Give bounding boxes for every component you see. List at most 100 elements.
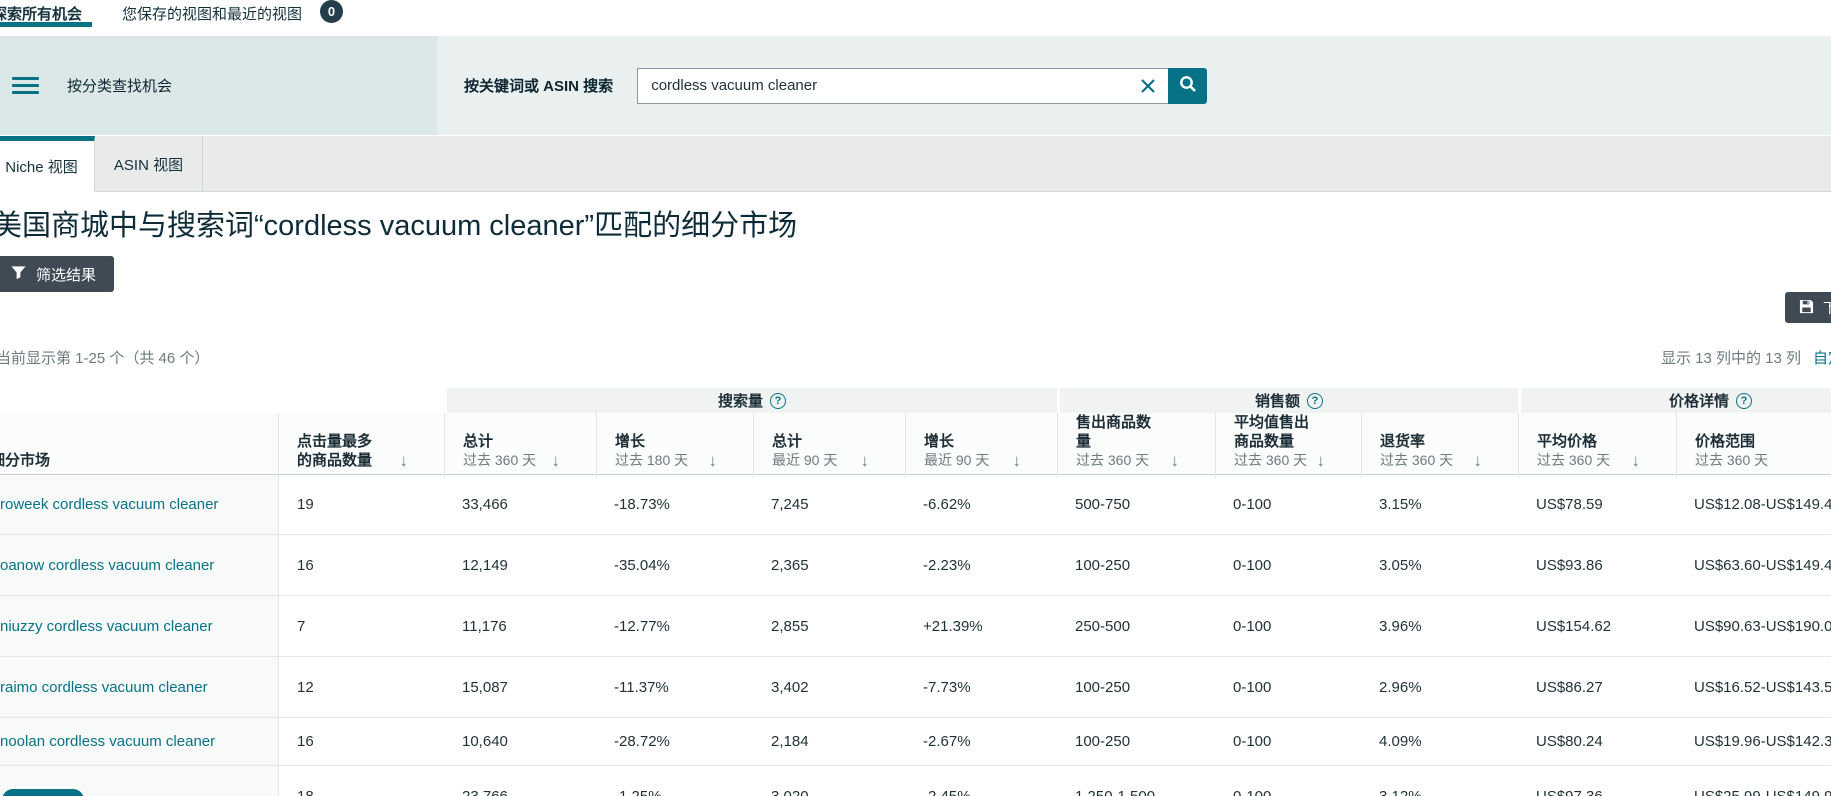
sort-icon[interactable]: ↓ (400, 451, 409, 471)
sort-icon[interactable]: ↓ (1474, 451, 1483, 471)
customize-columns-link[interactable]: 自定义 (1813, 347, 1831, 368)
filter-icon (11, 265, 26, 284)
top-tab-saved-views[interactable]: 您保存的视图和最近的视图 (122, 3, 302, 24)
cell: 3.15% (1361, 475, 1518, 534)
cell: -2.45% (905, 766, 1057, 796)
column-header-3[interactable]: 增长过去 180 天↓ (596, 413, 753, 478)
sort-icon[interactable]: ↓ (1013, 451, 1022, 471)
tab-asin-view[interactable]: ASIN 视图 (95, 136, 203, 192)
cell: US$63.60-US$149.45 (1676, 535, 1831, 595)
sort-icon[interactable]: ↓ (1632, 451, 1641, 471)
columns-shown-text: 显示 13 列中的 13 列 (1661, 347, 1801, 368)
view-tab-strip: Niche 视图 ASIN 视图 (0, 136, 1831, 192)
group-label: 价格详情 (1669, 390, 1729, 411)
search-label: 按关键词或 ASIN 搜索 (464, 75, 613, 96)
active-tab-underline (0, 22, 92, 27)
download-button-label: 下载 (1823, 298, 1831, 318)
cell: 2,855 (753, 596, 905, 656)
table-row: raimo cordless vacuum cleaner1215,087-11… (0, 657, 1831, 718)
column-header-2[interactable]: 总计过去 360 天↓ (444, 413, 596, 478)
cell: 7,245 (753, 475, 905, 534)
group-label: 销售额 (1255, 390, 1300, 411)
cell: 2,184 (753, 718, 905, 765)
tab-niche-view[interactable]: Niche 视图 (0, 136, 95, 192)
category-menu-label: 按分类查找机会 (67, 75, 172, 96)
niche-cell: noolan cordless vacuum cleaner (0, 718, 278, 765)
column-header-5[interactable]: 增长最近 90 天↓ (905, 413, 1057, 478)
cell: 0-100 (1215, 535, 1361, 595)
cell: 500-750 (1057, 475, 1215, 534)
cell: 0-100 (1215, 596, 1361, 656)
table-row: roweek cordless vacuum cleaner1933,466-1… (0, 475, 1831, 535)
niche-cell: oanow cordless vacuum cleaner (0, 535, 278, 595)
search-box (637, 68, 1207, 104)
sort-icon[interactable]: ↓ (709, 451, 718, 471)
sort-icon[interactable]: ↓ (861, 451, 870, 471)
page-title: 美国商城中与搜索词“cordless vacuum cleaner”匹配的细分市… (0, 202, 797, 244)
cell: 7 (278, 596, 444, 656)
filter-results-button[interactable]: 筛选结果 (0, 256, 114, 292)
cell: 100-250 (1057, 535, 1215, 595)
group-header-price-details: 价格详情 ? (1518, 388, 1831, 413)
column-header-9[interactable]: 平均价格过去 360 天↓ (1518, 413, 1676, 478)
column-header-4[interactable]: 总计最近 90 天↓ (753, 413, 905, 478)
search-band: 按分类查找机会 按关键词或 ASIN 搜索 (0, 36, 1831, 135)
niche-link[interactable]: raimo cordless vacuum cleaner (0, 679, 208, 696)
niche-cell (0, 766, 278, 796)
column-header-1[interactable]: 点击量最多的商品数量↓ (278, 413, 444, 478)
cell: US$19.96-US$142.39 (1676, 718, 1831, 765)
cell: 0-100 (1215, 766, 1361, 796)
keyword-search-input[interactable] (637, 68, 1168, 104)
cell: US$12.08-US$149.45 (1676, 475, 1831, 534)
cell: 2,365 (753, 535, 905, 595)
info-icon[interactable]: ? (1307, 393, 1323, 409)
column-header-7[interactable]: 平均值售出商品数量过去 360 天↓ (1215, 413, 1361, 478)
cell: 2.96% (1361, 657, 1518, 717)
cell: 16 (278, 535, 444, 595)
niche-link[interactable]: roweek cordless vacuum cleaner (0, 496, 218, 513)
search-button[interactable] (1168, 68, 1207, 104)
sort-icon[interactable]: ↓ (1317, 451, 1326, 471)
hamburger-icon (12, 77, 39, 94)
table-row: niuzzy cordless vacuum cleaner711,176-12… (0, 596, 1831, 657)
cell: 19 (278, 475, 444, 534)
cell: US$86.27 (1518, 657, 1676, 717)
download-button[interactable]: 下载 (1785, 292, 1831, 323)
info-icon[interactable]: ? (1736, 393, 1752, 409)
table-body: roweek cordless vacuum cleaner1933,466-1… (0, 475, 1831, 796)
cell: 100-250 (1057, 718, 1215, 765)
cell: -28.72% (596, 718, 753, 765)
niche-link[interactable]: niuzzy cordless vacuum cleaner (0, 618, 213, 635)
cell: -6.62% (905, 475, 1057, 534)
cell: 0-100 (1215, 718, 1361, 765)
sort-icon[interactable]: ↓ (552, 451, 561, 471)
cell: US$16.52-US$143.58 (1676, 657, 1831, 717)
category-menu-button[interactable]: 按分类查找机会 (0, 36, 437, 135)
top-tab-explore[interactable]: 探索所有机会 (0, 3, 82, 24)
cell: 100-250 (1057, 657, 1215, 717)
cell: -2.67% (905, 718, 1057, 765)
cell: 1,250-1,500 (1057, 766, 1215, 796)
table-row: noolan cordless vacuum cleaner1610,640-2… (0, 718, 1831, 766)
niche-link[interactable]: oanow cordless vacuum cleaner (0, 557, 214, 574)
group-header-row: 搜索量 ? 销售额 ? 价格详情 ? (0, 388, 1831, 413)
cell: 10,640 (444, 718, 596, 765)
cell: -18.73% (596, 475, 753, 534)
niche-link[interactable]: noolan cordless vacuum cleaner (0, 733, 215, 750)
column-header-6[interactable]: 售出商品数量过去 360 天↓ (1057, 413, 1215, 478)
results-count: 当前显示第 1-25 个（共 46 个） (0, 347, 209, 368)
filter-button-label: 筛选结果 (36, 264, 96, 285)
clear-search-icon[interactable] (1138, 76, 1158, 96)
cell: 3.96% (1361, 596, 1518, 656)
group-header-sales: 销售额 ? (1057, 388, 1518, 413)
info-icon[interactable]: ? (770, 393, 786, 409)
cell: 3.05% (1361, 535, 1518, 595)
column-header-8[interactable]: 退货率过去 360 天↓ (1361, 413, 1518, 478)
cell: 16 (278, 718, 444, 765)
saved-views-count-badge: 0 (320, 0, 343, 23)
cell: US$90.63-US$190.07 (1676, 596, 1831, 656)
cell: 3,020 (753, 766, 905, 796)
sort-icon[interactable]: ↓ (1171, 451, 1180, 471)
cell: -12.77% (596, 596, 753, 656)
cell: -35.04% (596, 535, 753, 595)
